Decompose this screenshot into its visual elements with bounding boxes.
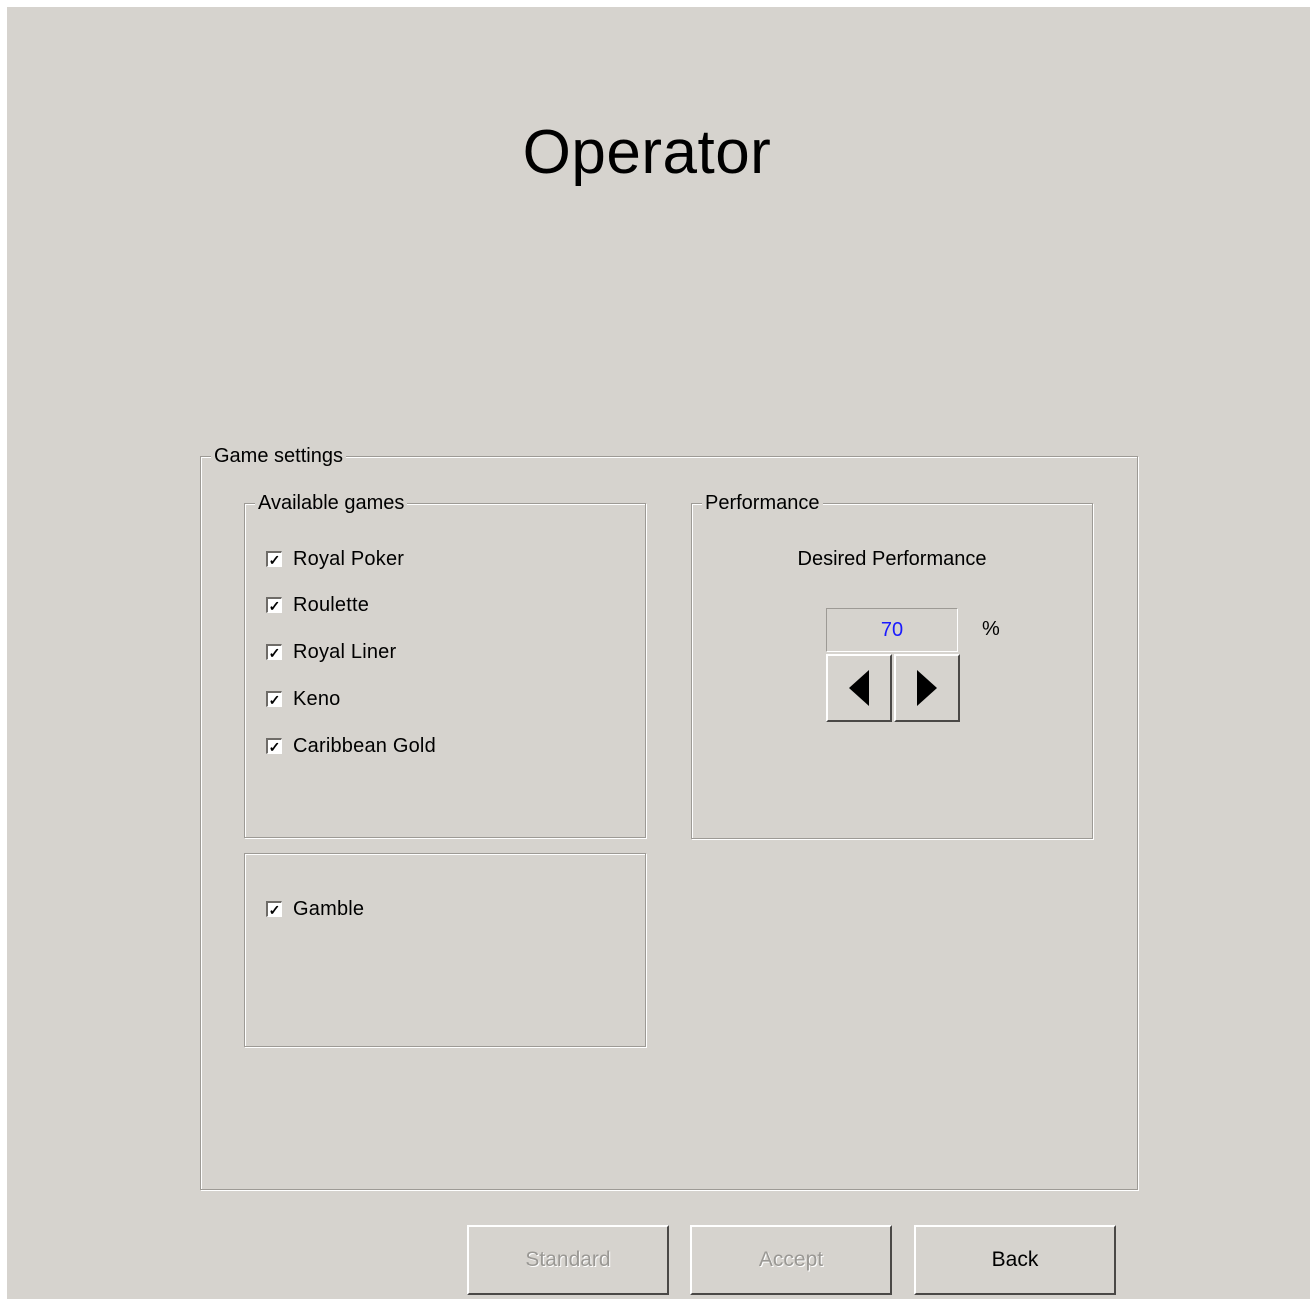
accept-button[interactable]: Accept <box>690 1225 892 1295</box>
gamble-label: Gamble <box>293 897 365 920</box>
performance-legend: Performance <box>702 490 823 516</box>
game-label: Royal Liner <box>293 640 397 663</box>
game-label: Caribbean Gold <box>293 734 436 757</box>
operator-screen: Operator Game settings Available games ✓… <box>7 7 1310 1299</box>
checkbox-box[interactable]: ✓ <box>266 644 282 660</box>
checkbox-box[interactable]: ✓ <box>266 691 282 707</box>
decrease-performance-button[interactable] <box>826 654 892 722</box>
checkbox-box[interactable]: ✓ <box>266 738 282 754</box>
game-checkbox-royal-liner[interactable]: ✓ Royal Liner <box>266 639 396 665</box>
triangle-left-icon <box>849 670 869 706</box>
game-checkbox-roulette[interactable]: ✓ Roulette <box>266 592 369 618</box>
standard-button[interactable]: Standard <box>467 1225 669 1295</box>
checkbox-box[interactable]: ✓ <box>266 901 282 917</box>
available-games-legend: Available games <box>255 490 408 516</box>
gamble-group: ✓ Gamble <box>244 853 646 1047</box>
game-label: Royal Poker <box>293 547 405 570</box>
performance-unit: % <box>982 618 1000 640</box>
performance-value: 70 <box>826 608 958 652</box>
game-checkbox-keno[interactable]: ✓ Keno <box>266 686 341 712</box>
back-button[interactable]: Back <box>914 1225 1116 1295</box>
game-checkbox-caribbean-gold[interactable]: ✓ Caribbean Gold <box>266 733 436 759</box>
game-settings-legend: Game settings <box>211 443 346 469</box>
checkbox-box[interactable]: ✓ <box>266 551 282 567</box>
checkbox-box[interactable]: ✓ <box>266 597 282 613</box>
desired-performance-label: Desired Performance <box>797 548 987 570</box>
increase-performance-button[interactable] <box>894 654 960 722</box>
game-label: Roulette <box>293 593 370 616</box>
available-games-group: Available games ✓ Royal Poker ✓ Roulette… <box>244 490 646 838</box>
gamble-checkbox[interactable]: ✓ Gamble <box>266 896 364 922</box>
page-title: Operator <box>522 118 772 187</box>
performance-group: Performance Desired Performance 70 % <box>691 490 1093 839</box>
triangle-right-icon <box>917 670 937 706</box>
game-checkbox-royal-poker[interactable]: ✓ Royal Poker <box>266 546 404 572</box>
game-label: Keno <box>293 687 341 710</box>
game-settings-group: Game settings Available games ✓ Royal Po… <box>200 443 1138 1190</box>
